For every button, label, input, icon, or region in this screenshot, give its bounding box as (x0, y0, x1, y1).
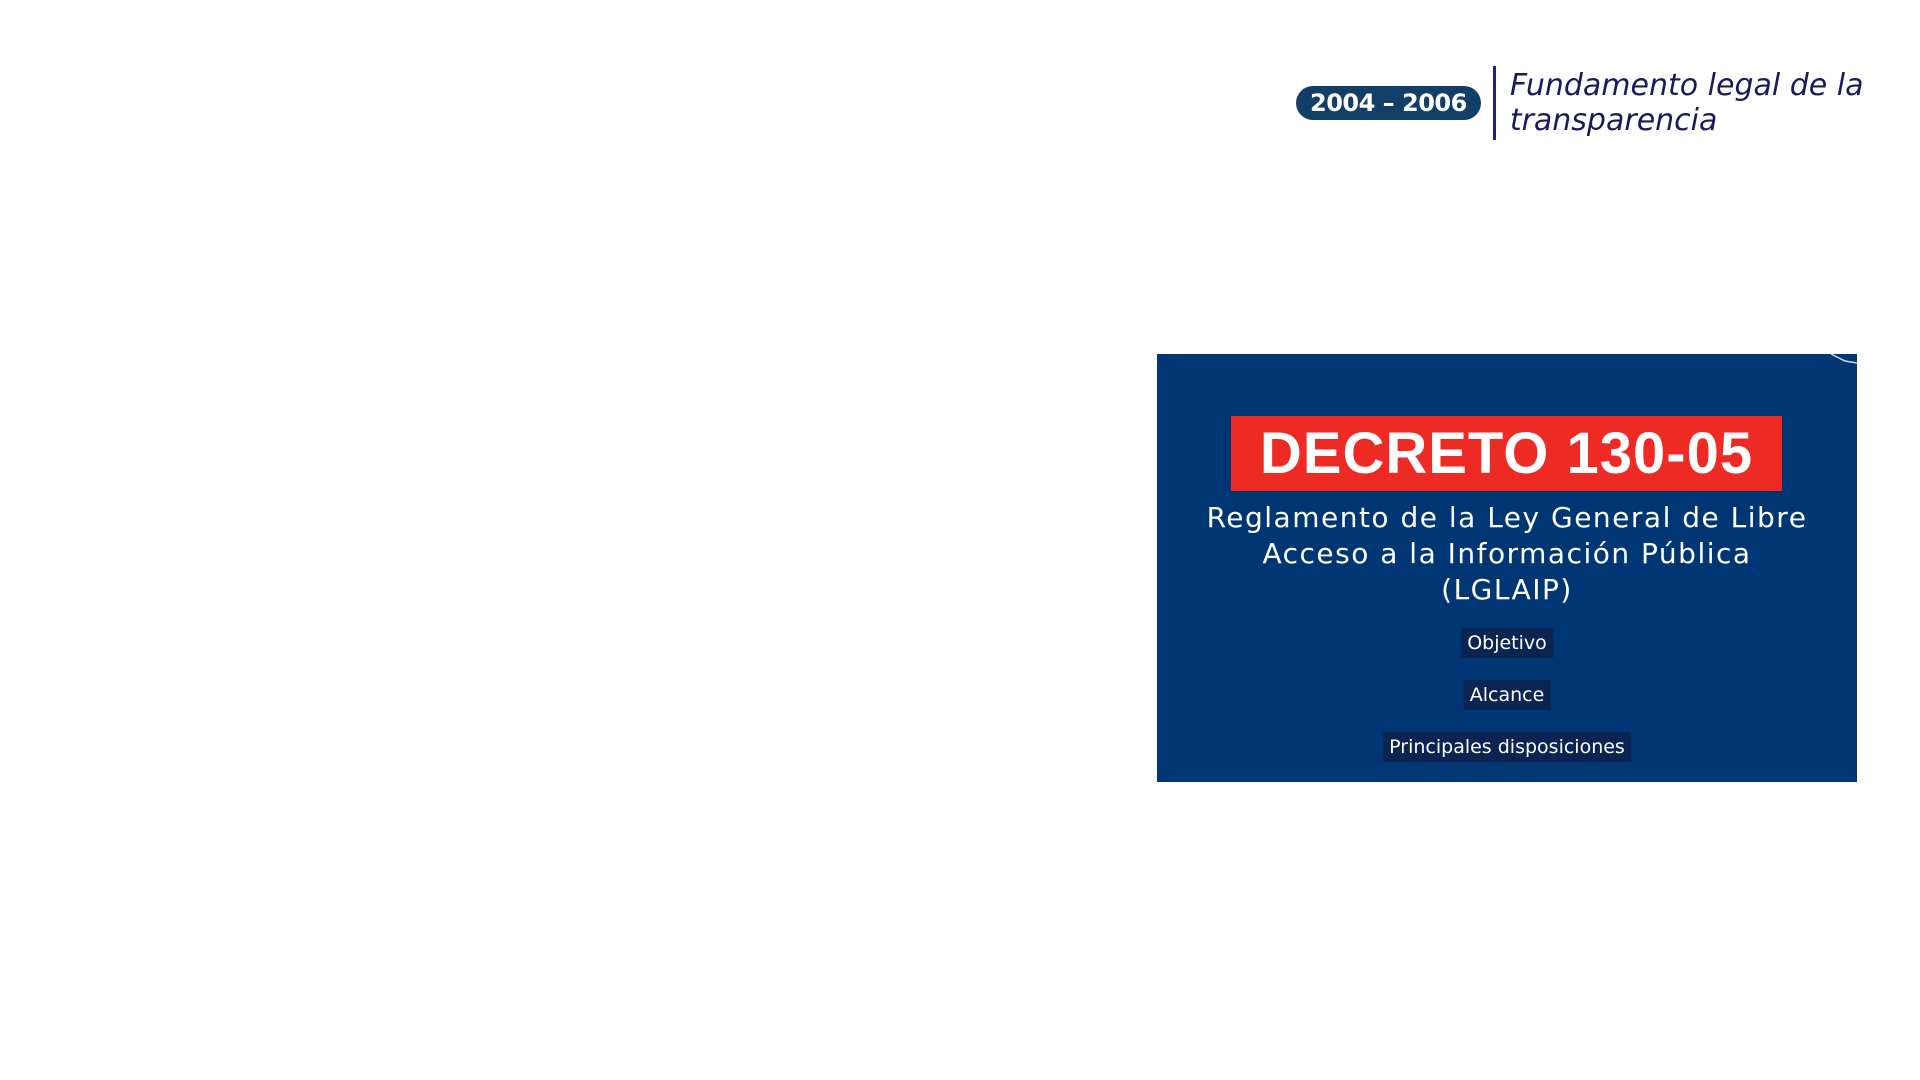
slide-header: 2004 – 2006 Fundamento legal de la trans… (1296, 66, 1890, 140)
header-divider (1492, 66, 1496, 140)
corner-decoration-icon (1830, 354, 1857, 364)
slide: 2004 – 2006 Fundamento legal de la trans… (0, 0, 1920, 1080)
period-badge: 2004 – 2006 (1296, 86, 1481, 120)
slide-title: Fundamento legal de la transparencia (1509, 68, 1864, 138)
tag-objetivo: Objetivo (1461, 628, 1553, 658)
tag-alcance: Alcance (1463, 680, 1551, 710)
tag-principales-disposiciones: Principales disposiciones (1383, 732, 1631, 762)
decree-card: DECRETO 130-05 Reglamento de la Ley Gene… (1157, 354, 1857, 782)
decree-subtitle: Reglamento de la Ley General de Libre Ac… (1206, 501, 1808, 606)
decree-title: DECRETO 130-05 (1231, 416, 1782, 491)
